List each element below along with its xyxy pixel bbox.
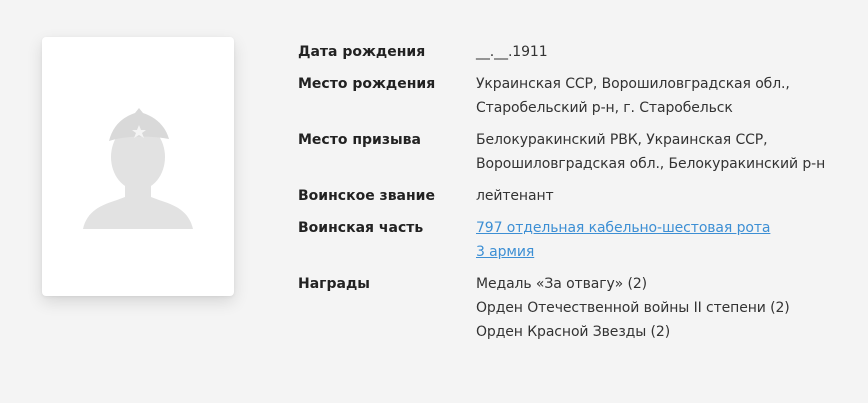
field-awards: Награды Медаль «За отвагу» (2) Орден Оте… <box>298 272 858 344</box>
award-item: Орден Красной Звезды (2) <box>476 324 671 340</box>
field-value: Украинская ССР, Ворошиловградская обл., … <box>476 72 790 120</box>
military-unit-link[interactable]: 797 отдельная кабельно-шестовая рота <box>476 216 770 240</box>
military-rank-value: лейтенант <box>476 188 554 204</box>
field-value: Медаль «За отвагу» (2) Орден Отечественн… <box>476 272 790 344</box>
field-label: Дата рождения <box>298 44 426 60</box>
field-military-rank: Воинское звание лейтенант <box>298 184 858 208</box>
field-birth-place: Место рождения Украинская ССР, Ворошилов… <box>298 72 858 120</box>
field-label: Место призыва <box>298 132 421 148</box>
award-item: Орден Отечественной войны II степени (2) <box>476 300 790 316</box>
field-label: Место рождения <box>298 76 436 92</box>
field-value: Белокуракинский РВК, Украинская ССР, Вор… <box>476 128 825 176</box>
field-birth-date: Дата рождения __.__.1911 <box>298 40 858 64</box>
field-conscription-place: Место призыва Белокуракинский РВК, Украи… <box>298 128 858 176</box>
soldier-info-panel: Дата рождения __.__.1911 Место рождения … <box>298 40 858 352</box>
field-label: Награды <box>298 276 370 292</box>
birth-date-value: __.__.1911 <box>476 44 548 60</box>
field-label: Воинское звание <box>298 188 435 204</box>
soldier-silhouette-icon <box>83 108 193 229</box>
field-label: Воинская часть <box>298 220 424 236</box>
birth-place-line: Старобельский р-н, г. Старобельск <box>476 100 733 116</box>
conscription-place-line: Ворошиловградская обл., Белокуракинский … <box>476 156 826 172</box>
field-value: лейтенант <box>476 184 554 208</box>
birth-place-line: Украинская ССР, Ворошиловградская обл., <box>476 76 790 92</box>
army-link[interactable]: 3 армия <box>476 240 770 264</box>
award-item: Медаль «За отвагу» (2) <box>476 276 648 292</box>
conscription-place-line: Белокуракинский РВК, Украинская ССР, <box>476 132 768 148</box>
soldier-photo-placeholder <box>42 37 234 296</box>
field-value: __.__.1911 <box>476 40 548 64</box>
field-military-unit: Воинская часть 797 отдельная кабельно-ше… <box>298 216 858 264</box>
field-value: 797 отдельная кабельно-шестовая рота 3 а… <box>476 216 770 264</box>
